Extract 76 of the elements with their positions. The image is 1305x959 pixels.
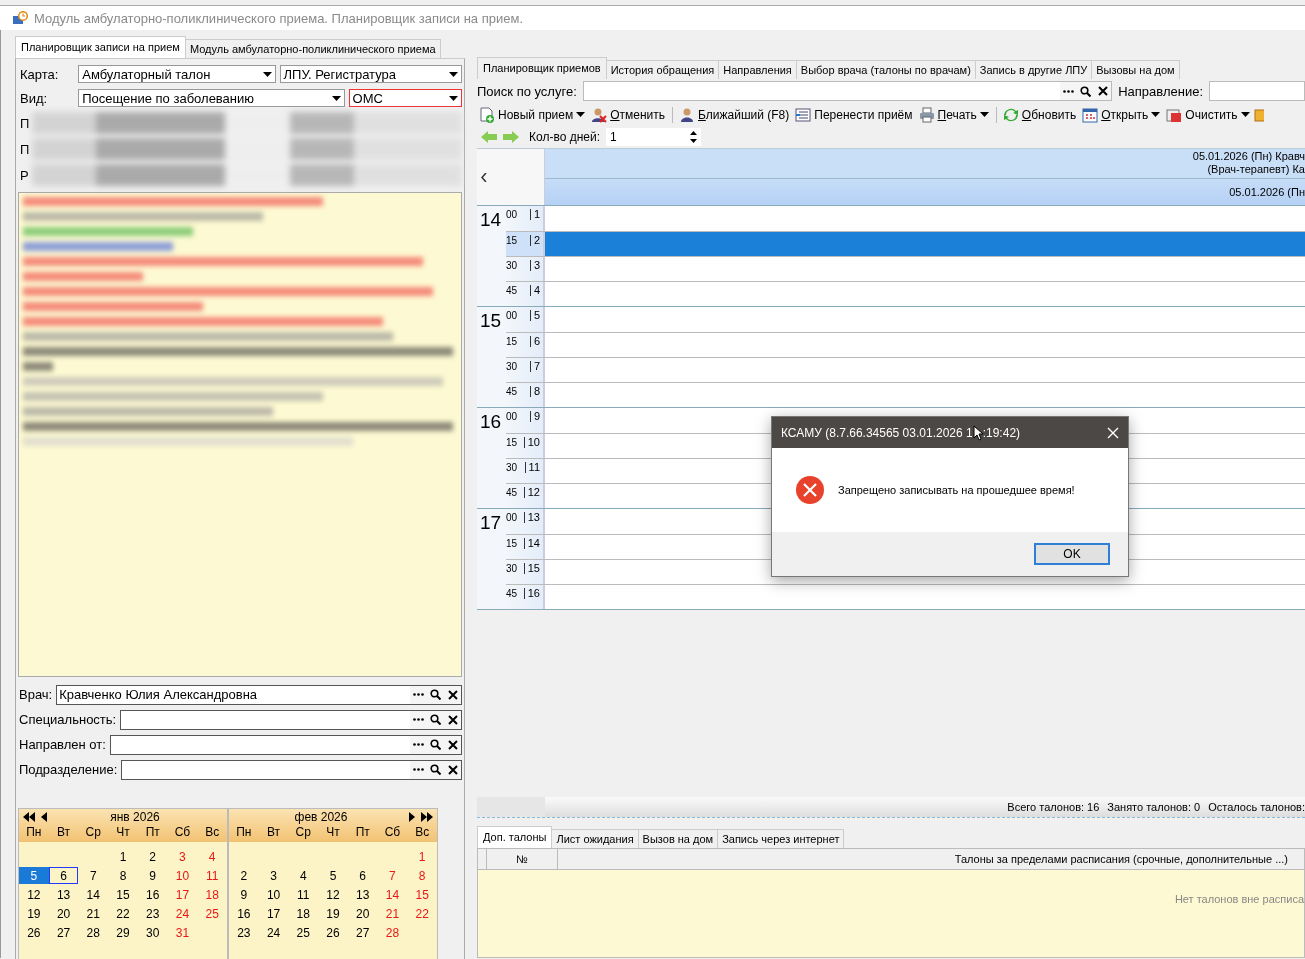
hour-label: 17 (477, 509, 506, 609)
column-header: 05.01.2026 (Пн) Кравч (Врач-терапевт) Ка (545, 149, 1305, 178)
weekday-label: Ср (84, 825, 102, 839)
weekday-label: Вс (204, 825, 221, 839)
minute-label: 30 (506, 462, 518, 475)
slot-number: 14 (523, 538, 540, 549)
weekday-label: Сб (173, 825, 192, 839)
error-message: Запрещено записывать на прошедшее время! (838, 484, 1075, 496)
field-label: Врач: (18, 687, 53, 702)
slot-number: 4 (529, 285, 540, 296)
hour-label: 14 (477, 206, 506, 306)
weekday-label: Ср (294, 825, 312, 839)
minute-label: 15 (506, 336, 518, 349)
field-label: П (19, 115, 31, 131)
weekday-label: Сб (383, 825, 402, 839)
minute-label: 45 (506, 285, 518, 298)
weekday-label: Пн (235, 825, 253, 839)
month-title: янв 2026 (109, 810, 161, 824)
slot-number: 13 (523, 512, 540, 523)
field-label: Специальность: (18, 712, 117, 727)
column-header: № (487, 849, 558, 869)
minute-label: 15 (506, 235, 518, 248)
field-label: Направление: (1118, 83, 1203, 99)
minute-label: 15 (506, 538, 518, 551)
slot-number: 8 (529, 386, 540, 397)
field-label: Кол-во дней: (529, 130, 600, 144)
slot-number: 1 (529, 209, 540, 220)
status-text: Занято талонов: 0 (1107, 801, 1201, 813)
slot-number: 10 (523, 437, 540, 448)
field-label: П (19, 141, 31, 157)
minute-label: 30 (506, 563, 518, 576)
minute-label: 00 (506, 512, 518, 525)
field-label: Поиск по услуге: (477, 83, 577, 99)
minute-label: 00 (506, 411, 518, 424)
weekday-label: Вс (414, 825, 431, 839)
field-label: Карта: (19, 66, 60, 82)
field-label: Вид: (19, 90, 49, 106)
weekday-label: Пт (354, 825, 371, 839)
minute-label: 00 (506, 310, 518, 323)
empty-message: Нет талонов вне расписа (1174, 892, 1304, 905)
hour-label: 15 (477, 307, 506, 407)
column-header: Талоны за пределами расписания (срочные, дополнительные ...) (953, 853, 1289, 865)
slot-number: 3 (529, 260, 540, 271)
slot-number: 6 (529, 336, 540, 347)
weekday-label: Пт (144, 825, 161, 839)
column-subheader: 05.01.2026 (Пн (545, 178, 1305, 205)
minute-label: 00 (506, 209, 518, 222)
slot-number: 11 (524, 462, 540, 473)
minute-label: 45 (506, 487, 518, 500)
status-text: Всего талонов: 16 (1007, 801, 1100, 813)
weekday-label: Чт (115, 825, 131, 839)
slot-number: 16 (523, 588, 540, 599)
month-title: фев 2026 (293, 810, 349, 824)
dialog-title: КСАМУ (8.7.66.34565 03.01.2026 1 (781, 425, 973, 440)
slot-number: 7 (529, 361, 540, 372)
minute-label: 30 (506, 361, 518, 374)
field-label: Р (19, 167, 30, 183)
slot-number: 9 (529, 411, 540, 422)
minute-label: 15 (506, 437, 518, 450)
weekday-label: Чт (325, 825, 341, 839)
minute-label: 45 (506, 588, 518, 601)
weekday-label: Вт (56, 825, 72, 839)
slot-number: 2 (529, 235, 540, 246)
status-text: Осталось талонов: (1208, 801, 1305, 813)
slot-number: 15 (523, 563, 540, 574)
weekday-label: Пн (25, 825, 43, 839)
window-title: Модуль амбулаторно-поликлинического приема. Планировщик записи на прием. (34, 10, 523, 26)
field-label: Направлен от: (18, 737, 106, 752)
slot-number: 12 (523, 487, 540, 498)
field-label: Подразделение: (18, 762, 118, 777)
hour-label: 16 (477, 408, 506, 508)
dialog-title: :19:42) (982, 425, 1021, 440)
weekday-label: Вт (266, 825, 282, 839)
minute-label: 45 (506, 386, 518, 399)
slot-number: 5 (529, 310, 540, 321)
minute-label: 30 (506, 260, 518, 273)
